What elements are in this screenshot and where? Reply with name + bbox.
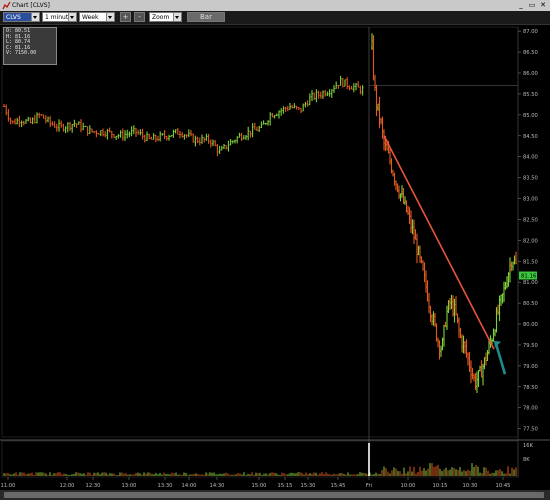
x-tick-label: 15:15	[278, 483, 293, 489]
price-panel-frame	[1, 26, 519, 438]
scrollbar-thumb[interactable]	[4, 492, 544, 498]
x-tick-label: 10:00	[401, 483, 416, 489]
y-tick-label: 79.00	[523, 364, 538, 370]
x-tick-label: 13:30	[158, 483, 173, 489]
x-tick-label: 12:30	[86, 483, 101, 489]
y-tick-label: 83.50	[523, 176, 538, 182]
x-tick-label: 10:30	[463, 483, 478, 489]
y-tick-label: 78.00	[523, 406, 538, 412]
x-tick-label: 15:30	[301, 483, 316, 489]
y-tick-label: 80.00	[523, 322, 538, 328]
y-tick-label: 86.00	[523, 71, 538, 77]
x-tick-label: 14:30	[210, 483, 225, 489]
y-tick-label: 86.50	[523, 50, 538, 56]
chart-window: Chart [CLVS] _ ▭ ✕ CLVS 1 minute Week + …	[0, 0, 550, 500]
x-tick-label: 10:15	[433, 483, 448, 489]
y-tick-label: 84.00	[523, 155, 538, 161]
y-tick-label: 78.50	[523, 385, 538, 391]
x-tick-label: Fri	[366, 483, 372, 489]
x-tick-label: 15:45	[331, 483, 346, 489]
price-chart[interactable]: 87.00 86.50 86.00 85.50 85.00 84.50 84.00 83.50…	[0, 0, 550, 500]
y-tick-label: 79.50	[523, 343, 538, 349]
x-tick-label: 14:00	[182, 483, 197, 489]
y-tick-label: 87.00	[523, 29, 538, 35]
y-tick-label: 77.50	[523, 427, 538, 433]
x-tick-label: 15:00	[252, 483, 267, 489]
volume-tick-label: 8K	[523, 457, 530, 463]
x-tick-label: 11:00	[1, 483, 16, 489]
y-tick-label: 85.50	[523, 92, 538, 98]
y-tick-label: 80.50	[523, 301, 538, 307]
y-tick-label: 83.00	[523, 197, 538, 203]
volume-tick-label: 16K	[523, 443, 534, 449]
x-tick-label: 12:00	[60, 483, 75, 489]
ohlc-info-box: O: 80.51 H: 81.16 L: 80.74 C: 81.16 V: 7…	[3, 27, 57, 65]
x-tick-label: 13:00	[122, 483, 137, 489]
y-tick-label: 81.50	[523, 259, 538, 265]
ohlc-volume: V: 7150.00	[6, 50, 37, 57]
y-tick-label: 82.50	[523, 217, 538, 223]
y-tick-label: 81.00	[523, 280, 538, 286]
x-tick-label: 10:45	[496, 483, 511, 489]
last-price-label: 81.16	[521, 274, 537, 280]
volume-panel-frame	[1, 440, 519, 478]
y-tick-label: 85.00	[523, 113, 538, 119]
trendline	[383, 135, 495, 350]
y-tick-label: 82.00	[523, 238, 538, 244]
y-tick-label: 84.50	[523, 134, 538, 140]
annotation-arrow-icon	[494, 343, 507, 375]
